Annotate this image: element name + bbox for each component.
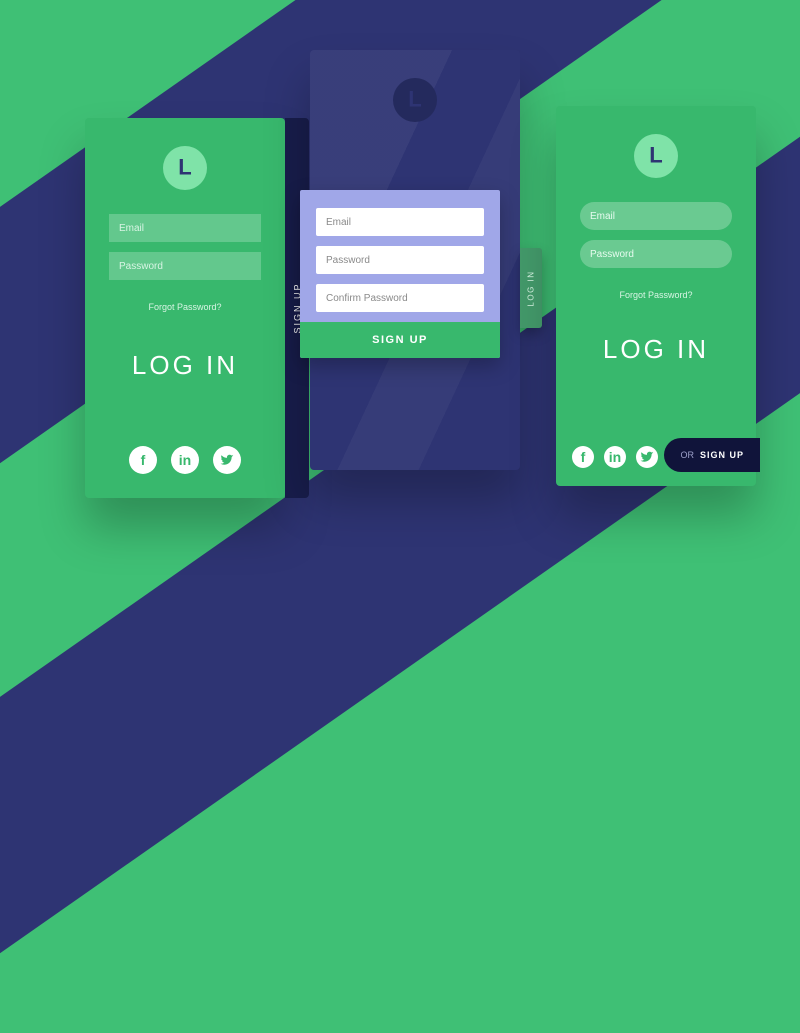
social-login-row: f in — [572, 446, 658, 468]
login-button[interactable]: LOG IN — [85, 350, 285, 381]
login-screen-variant-a: Forgot Password? LOG IN f in SIGN UP — [85, 118, 285, 498]
login-button[interactable]: LOG IN — [556, 334, 756, 365]
app-logo — [634, 134, 678, 178]
password-field[interactable] — [109, 252, 261, 280]
twitter-icon[interactable] — [213, 446, 241, 474]
signup-text: SIGN UP — [700, 450, 744, 460]
facebook-icon[interactable]: f — [572, 446, 594, 468]
email-field[interactable] — [316, 208, 484, 236]
signup-pill-button[interactable]: OR SIGN UP — [664, 438, 760, 472]
twitter-icon[interactable] — [636, 446, 658, 468]
email-field[interactable] — [109, 214, 261, 242]
login-screen-variant-b: Forgot Password? LOG IN f in OR SIGN UP — [556, 106, 756, 486]
signup-form-panel: SIGN UP — [300, 190, 500, 358]
app-logo — [393, 78, 437, 122]
forgot-password-link[interactable]: Forgot Password? — [556, 290, 756, 300]
login-side-tab-label: LOG IN — [527, 270, 536, 306]
signup-screen: SIGN UP LOG IN — [310, 50, 520, 470]
social-login-row: f in — [85, 446, 285, 474]
email-field[interactable] — [580, 202, 732, 230]
signup-button[interactable]: SIGN UP — [300, 322, 500, 358]
linkedin-icon[interactable]: in — [604, 446, 626, 468]
facebook-icon[interactable]: f — [129, 446, 157, 474]
app-logo — [163, 146, 207, 190]
password-field[interactable] — [580, 240, 732, 268]
linkedin-icon[interactable]: in — [171, 446, 199, 474]
forgot-password-link[interactable]: Forgot Password? — [85, 302, 285, 312]
password-field[interactable] — [316, 246, 484, 274]
login-side-tab[interactable]: LOG IN — [520, 248, 542, 328]
confirm-password-field[interactable] — [316, 284, 484, 312]
or-text: OR — [680, 450, 694, 460]
